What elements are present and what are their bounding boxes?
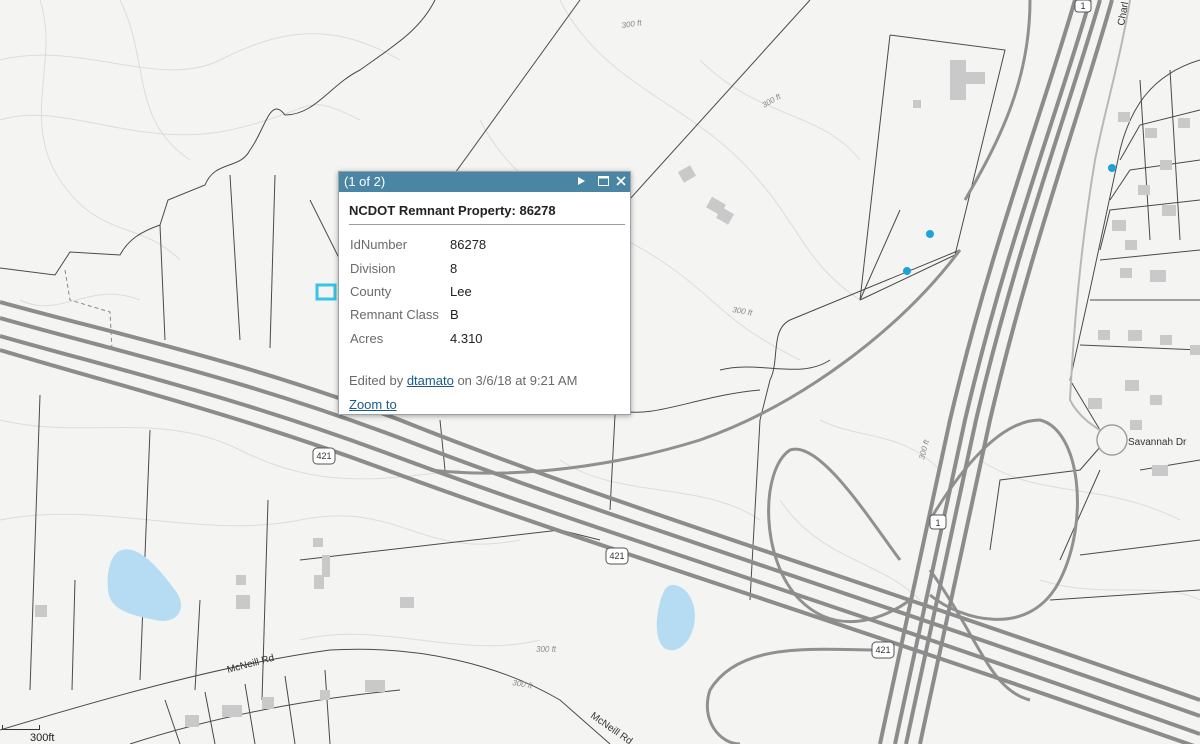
scale-bar-line (2, 725, 40, 730)
svg-text:1: 1 (1080, 1, 1085, 11)
attribute-row: Division 8 (350, 256, 486, 279)
scale-bar-label: 300ft (30, 732, 55, 744)
attribute-label: Acres (350, 330, 384, 346)
close-button[interactable] (613, 174, 629, 190)
next-feature-button[interactable] (573, 174, 589, 190)
svg-text:1: 1 (935, 518, 940, 528)
attribute-value: 86278 (450, 237, 487, 253)
cul-de-sac (1096, 424, 1128, 456)
attribute-row: IdNumber 86278 (350, 233, 486, 256)
editor-link[interactable]: dtamato (407, 373, 454, 388)
attribute-value: Lee (450, 283, 472, 299)
attribute-label: IdNumber (350, 237, 408, 253)
shield-421-c: 421 (871, 641, 895, 659)
popup-header: (1 of 2) (339, 172, 630, 192)
popup-count: (1 of 2) (344, 174, 386, 189)
edited-prefix: Edited by (349, 373, 404, 388)
shield-421-a: 421 (312, 447, 336, 465)
attribute-row: County Lee (350, 280, 486, 303)
attribute-label: County (350, 283, 392, 299)
shield-1-b: 1 (929, 514, 947, 530)
attribute-label: Division (350, 260, 396, 276)
zoom-to-link[interactable]: Zoom to (349, 397, 397, 412)
svg-text:421: 421 (875, 645, 890, 655)
shield-421-b: 421 (605, 547, 629, 565)
attribute-row: Remnant Class B (350, 303, 486, 326)
feature-popup: (1 of 2) NCDOT Remnant Property: 86278 I… (338, 171, 631, 415)
maximize-button[interactable] (595, 174, 611, 190)
contour-label-5: 300 ft (536, 645, 557, 654)
edited-suffix: on 3/6/18 at 9:21 AM (457, 373, 578, 388)
edited-info: Edited by dtamato on 3/6/18 at 9:21 AM (349, 373, 577, 388)
scale-bar: 300ft (0, 722, 60, 744)
popup-title: NCDOT Remnant Property: 86278 (349, 203, 625, 225)
attribute-table: IdNumber 86278 Division 8 County Lee Rem… (350, 233, 486, 350)
svg-text:421: 421 (316, 451, 331, 461)
play-icon (578, 177, 585, 185)
attribute-value: B (450, 307, 459, 323)
shield-1-a: 1 (1074, 0, 1092, 13)
close-icon (616, 176, 626, 186)
attribute-row: Acres 4.310 (350, 327, 486, 350)
attribute-value: 8 (450, 260, 458, 276)
attribute-value: 4.310 (450, 330, 483, 346)
svg-text:421: 421 (609, 551, 624, 561)
label-savannah-dr: Savannah Dr (1128, 437, 1187, 448)
attribute-label: Remnant Class (350, 307, 439, 323)
maximize-icon (597, 176, 609, 186)
